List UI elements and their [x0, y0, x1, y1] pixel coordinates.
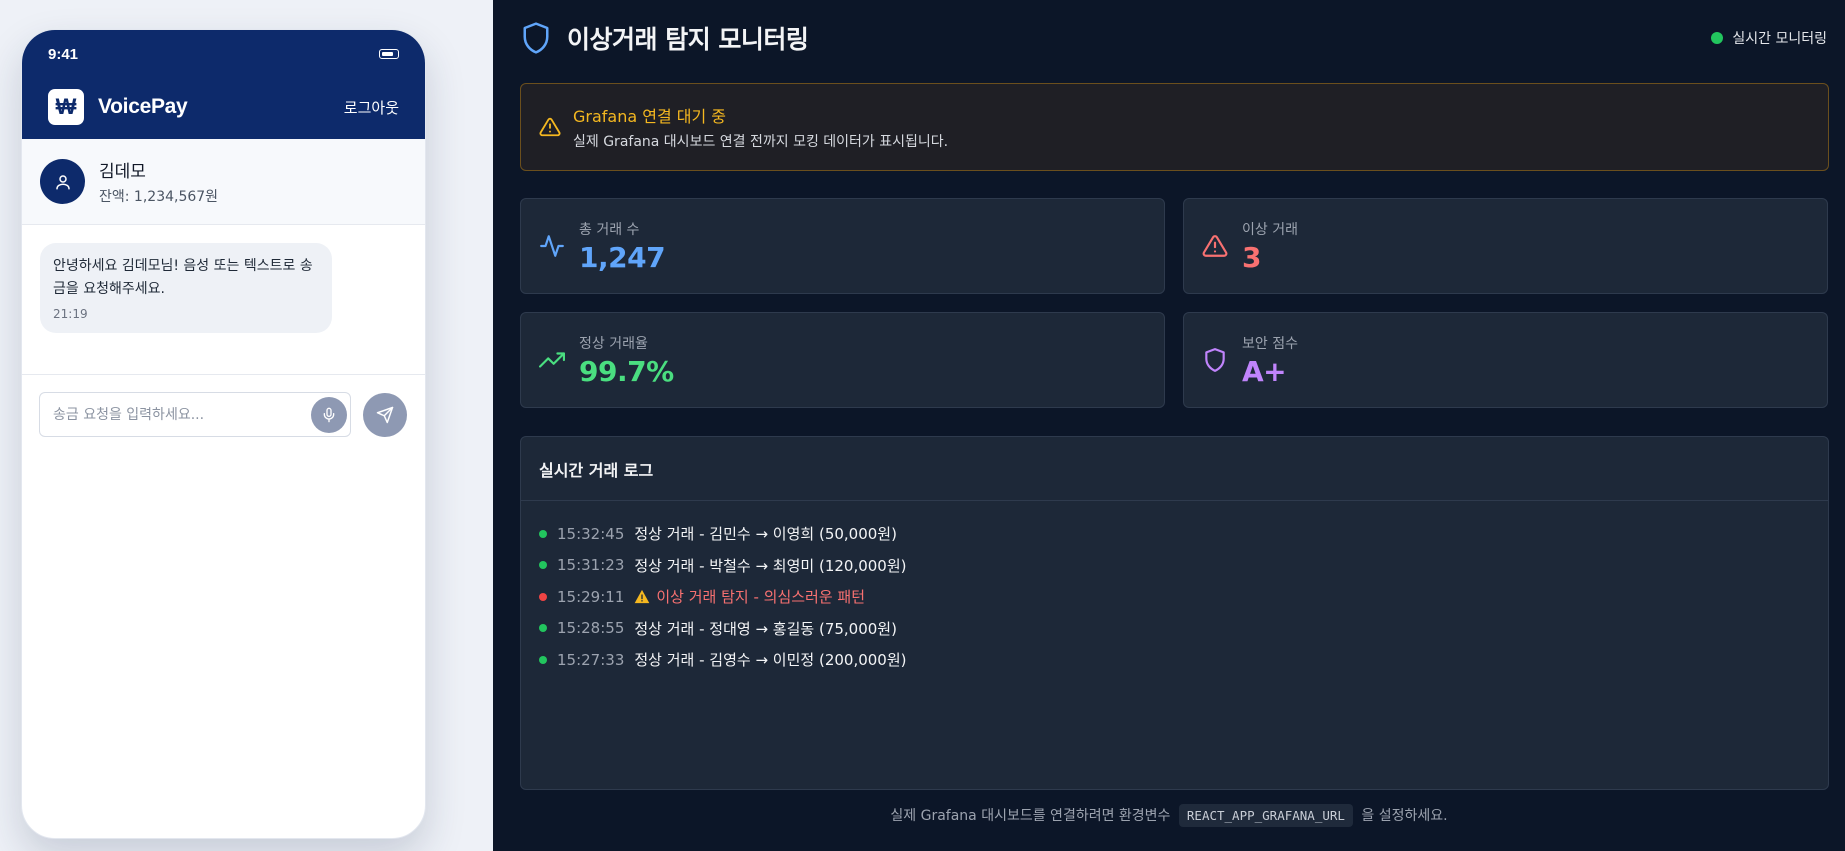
- grafana-alert: Grafana 연결 대기 중 실제 Grafana 대시보드 연결 전까지 모…: [520, 83, 1829, 171]
- log-time: 15:27:33: [557, 650, 625, 669]
- log-entry: 15:28:55 정상 거래 - 정대영 → 홍길동 (75,000원): [539, 613, 1810, 645]
- log-message: 정상 거래 - 박철수 → 최영미 (120,000원): [634, 556, 907, 575]
- chat-area: 안녕하세요 김데모님! 음성 또는 텍스트로 송금을 요청해주세요. 21:19: [22, 225, 425, 375]
- activity-icon: [540, 235, 564, 257]
- chat-message-time: 21:19: [53, 307, 88, 321]
- footer-text-before: 실제 Grafana 대시보드를 연결하려면 환경변수: [890, 808, 1171, 824]
- stat-value: A+: [1242, 354, 1287, 388]
- monitoring-dashboard: 이상거래 탐지 모니터링 실시간 모니터링 Grafana 연결 대기 중 실제…: [493, 0, 1845, 851]
- user-icon: [40, 159, 85, 204]
- composer: [22, 375, 425, 437]
- env-var-code: REACT_APP_GRAFANA_URL: [1178, 804, 1353, 827]
- status-time: 9:41: [48, 45, 79, 63]
- log-message: 정상 거래 - 김영수 → 이민정 (200,000원): [634, 651, 907, 670]
- phone-frame: 9:41 ₩ VoicePay 로그아웃 김데모 잔액: 1,234,567원: [21, 29, 426, 839]
- log-time: 15:32:45: [557, 524, 625, 543]
- send-icon: [376, 406, 394, 423]
- logout-button[interactable]: 로그아웃: [344, 97, 399, 118]
- warning-icon: [539, 117, 561, 137]
- stat-value: 1,247: [579, 240, 666, 274]
- status-dot: [539, 529, 547, 538]
- alert-description: 실제 Grafana 대시보드 연결 전까지 모킹 데이터가 표시됩니다.: [573, 134, 949, 150]
- footer-note: 실제 Grafana 대시보드를 연결하려면 환경변수 REACT_APP_GR…: [493, 804, 1845, 827]
- stat-card-anomalies: 이상 거래 3: [1183, 198, 1828, 294]
- log-message: 이상 거래 탐지 - 의심스러운 패턴: [656, 588, 866, 607]
- alert-title: Grafana 연결 대기 중: [573, 107, 727, 126]
- status-dot: [539, 592, 547, 601]
- microphone-button[interactable]: [311, 397, 347, 433]
- live-status: 실시간 모니터링: [1711, 28, 1827, 48]
- user-profile: 김데모 잔액: 1,234,567원: [22, 139, 425, 225]
- stat-card-normal-rate: 정상 거래율 99.7%: [520, 312, 1165, 408]
- warning-icon: [634, 589, 650, 604]
- trending-up-icon: [539, 352, 565, 368]
- log-message: 정상 거래 - 정대영 → 홍길동 (75,000원): [634, 619, 897, 638]
- battery-icon: [379, 49, 399, 59]
- shield-icon: [1205, 348, 1225, 372]
- transaction-log-panel: 실시간 거래 로그 15:32:45 정상 거래 - 김민수 → 이영희 (50…: [520, 436, 1829, 790]
- log-list: 15:32:45 정상 거래 - 김민수 → 이영희 (50,000원) 15:…: [521, 501, 1828, 676]
- status-bar: 9:41: [48, 30, 399, 76]
- phone-header: 9:41 ₩ VoicePay 로그아웃: [22, 30, 425, 139]
- log-entry: 15:27:33 정상 거래 - 김영수 → 이민정 (200,000원): [539, 644, 1810, 676]
- user-balance: 잔액: 1,234,567원: [99, 189, 219, 205]
- brand-name: VoicePay: [98, 95, 188, 118]
- stat-value: 3: [1242, 240, 1261, 274]
- stat-value: 99.7%: [579, 354, 674, 388]
- brand: ₩ VoicePay: [48, 89, 188, 125]
- log-time: 15:28:55: [557, 619, 625, 638]
- message-input[interactable]: [39, 392, 351, 437]
- log-message: 정상 거래 - 김민수 → 이영희 (50,000원): [634, 525, 897, 544]
- status-dot: [539, 655, 547, 664]
- chat-message-text: 안녕하세요 김데모님! 음성 또는 텍스트로 송금을 요청해주세요.: [53, 258, 313, 297]
- footer-text-after: 을 설정하세요.: [1361, 808, 1448, 824]
- alert-triangle-icon: [1202, 235, 1228, 257]
- log-entry: 15:32:45 정상 거래 - 김민수 → 이영희 (50,000원): [539, 518, 1810, 550]
- won-logo-icon: ₩: [48, 89, 84, 125]
- status-dot: [539, 624, 547, 633]
- stat-label: 정상 거래율: [579, 335, 648, 352]
- log-time: 15:31:23: [557, 556, 625, 575]
- message-input-wrapper: [39, 392, 351, 437]
- shield-icon: [523, 22, 549, 54]
- live-status-dot: [1711, 32, 1724, 44]
- dashboard-header: 이상거래 탐지 모니터링 실시간 모니터링: [521, 18, 1827, 58]
- log-entry: 15:31:23 정상 거래 - 박철수 → 최영미 (120,000원): [539, 550, 1810, 582]
- stat-label: 총 거래 수: [579, 221, 640, 238]
- status-dot: [539, 561, 547, 570]
- microphone-icon: [323, 407, 335, 423]
- stat-card-total-transactions: 총 거래 수 1,247: [520, 198, 1165, 294]
- log-title: 실시간 거래 로그: [521, 437, 1828, 501]
- phone-preview-pane: 9:41 ₩ VoicePay 로그아웃 김데모 잔액: 1,234,567원: [0, 0, 493, 851]
- send-button[interactable]: [363, 392, 407, 437]
- app-bar: ₩ VoicePay 로그아웃: [48, 82, 399, 132]
- stat-card-security-score: 보안 점수 A+: [1183, 312, 1828, 408]
- chat-message: 안녕하세요 김데모님! 음성 또는 텍스트로 송금을 요청해주세요. 21:19: [40, 243, 332, 333]
- log-time: 15:29:11: [557, 587, 625, 606]
- stat-label: 이상 거래: [1242, 221, 1298, 238]
- live-status-label: 실시간 모니터링: [1732, 31, 1827, 47]
- log-entry-anomaly: 15:29:11 이상 거래 탐지 - 의심스러운 패턴: [539, 581, 1810, 613]
- stat-label: 보안 점수: [1242, 335, 1298, 352]
- page-title: 이상거래 탐지 모니터링: [567, 25, 809, 54]
- user-name: 김데모: [99, 162, 146, 182]
